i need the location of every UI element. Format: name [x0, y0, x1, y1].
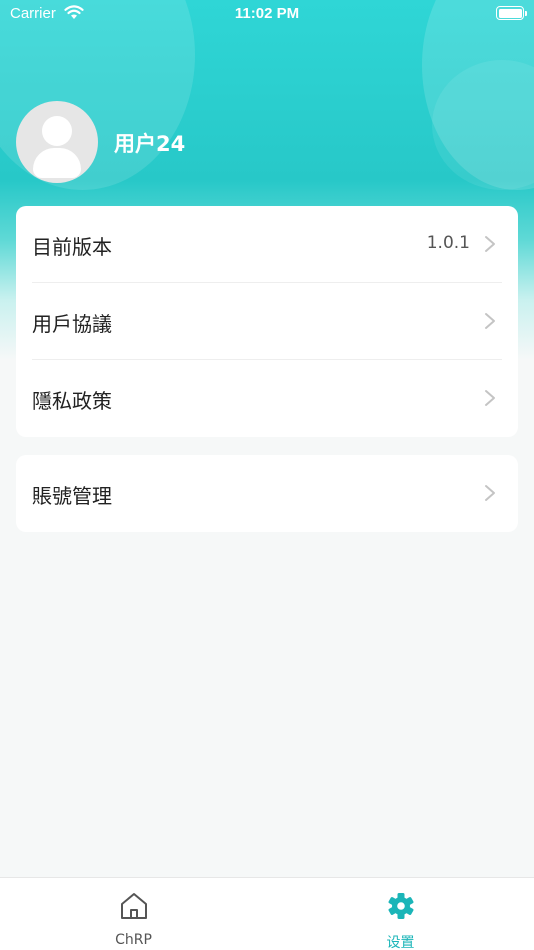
tab-label: 设置 [386, 935, 415, 950]
tab-settings[interactable]: 设置 [267, 878, 534, 950]
menu-item-label: 目前版本 [32, 235, 112, 259]
chevron-right-icon [485, 236, 495, 252]
chevron-right-icon [485, 390, 495, 406]
menu-item-label: 隱私政策 [32, 389, 112, 413]
menu-item-account-management[interactable]: 賬號管理 [16, 455, 518, 532]
avatar[interactable] [16, 101, 98, 183]
menu-item-label: 賬號管理 [32, 484, 112, 508]
menu-item-user-agreement[interactable]: 用戶協議 [16, 283, 518, 360]
home-icon [121, 893, 147, 919]
account-card: 賬號管理 [16, 455, 518, 532]
chevron-right-icon [485, 485, 495, 501]
status-bar: Carrier 11:02 PM [0, 0, 534, 28]
menu-item-label: 用戶協議 [32, 312, 112, 336]
settings-card: 目前版本 1.0.1 用戶協議 隱私政策 [16, 206, 518, 437]
chevron-right-icon [485, 313, 495, 329]
status-time: 11:02 PM [234, 5, 300, 22]
menu-item-version[interactable]: 目前版本 1.0.1 [16, 206, 518, 283]
tab-bar: ChRP 设置 [0, 877, 534, 950]
username: 用户24 [114, 132, 186, 156]
battery-icon [496, 6, 527, 20]
tab-chrp[interactable]: ChRP [0, 878, 267, 950]
tab-label: ChRP [115, 932, 152, 948]
avatar-body [33, 148, 81, 178]
gear-icon [388, 893, 414, 919]
avatar-head [42, 116, 72, 146]
version-value: 1.0.1 [426, 233, 470, 253]
menu-item-privacy-policy[interactable]: 隱私政策 [16, 360, 518, 437]
